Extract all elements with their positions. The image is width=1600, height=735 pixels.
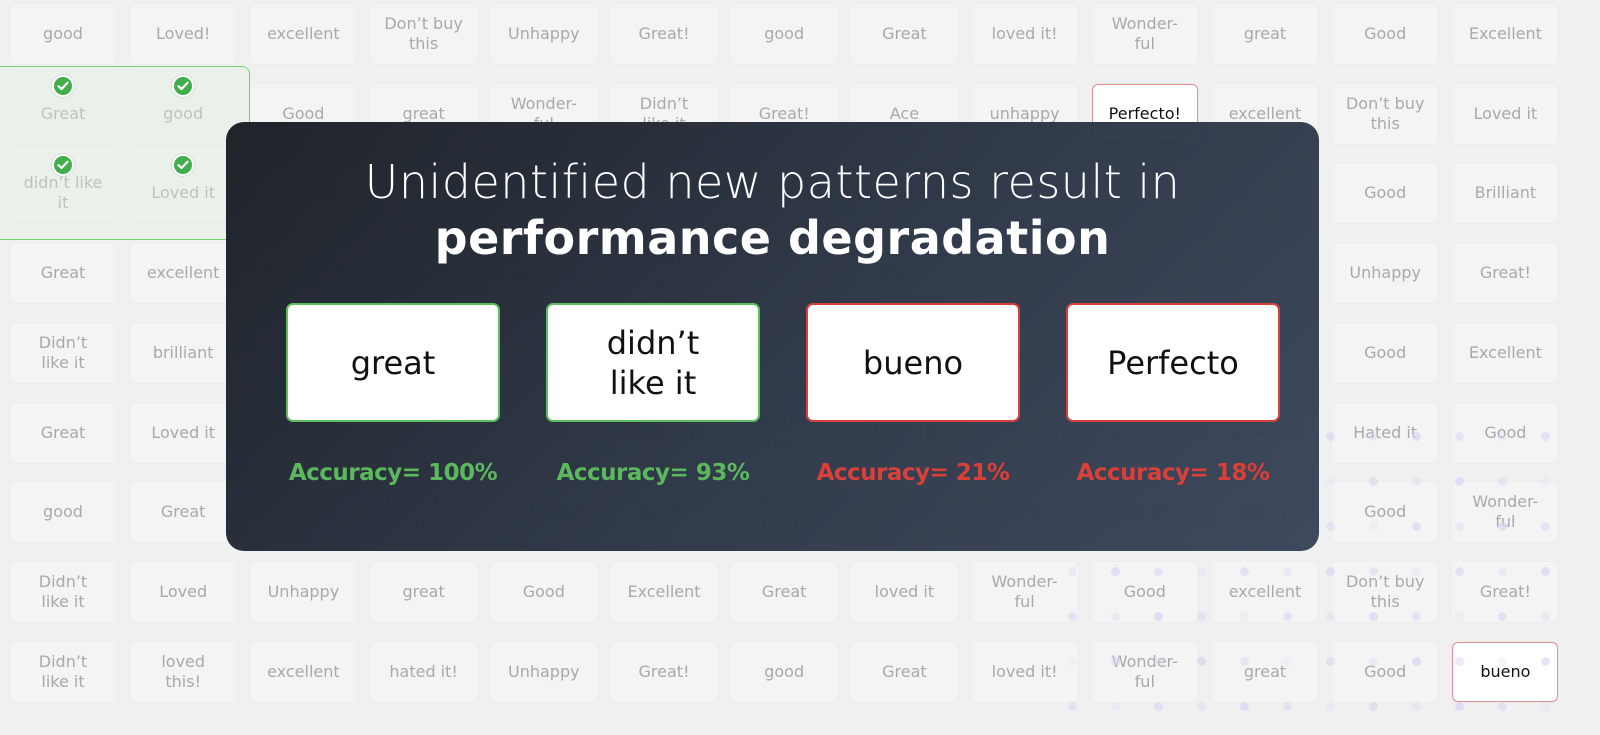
grid-cell: Don’t buy this	[1332, 561, 1439, 622]
grid-cell-flagged: bueno	[1452, 641, 1559, 702]
grid-cell-text: Don’t buy this	[384, 14, 463, 53]
grid-cell: Don’t buy this	[1332, 83, 1439, 144]
grid-cell: Great!	[1452, 561, 1559, 622]
accuracy-label-perfecto: Accuracy= 18%	[1076, 460, 1270, 486]
grid-cell: Great!	[1452, 243, 1559, 304]
grid-cell: Great	[10, 243, 116, 304]
grid-cell: good	[731, 641, 838, 702]
grid-cell: Excellent	[1452, 322, 1559, 383]
title-line-1: Unidentified new patterns result in	[364, 155, 1181, 209]
card-label: bueno	[862, 343, 964, 382]
grid-cell: Great!	[611, 641, 717, 702]
check-icon	[52, 74, 74, 97]
grid-cell: loved this!	[130, 641, 237, 702]
grid-cell-text: Didn’t like it	[38, 651, 88, 691]
grid-cell: excellent	[250, 4, 357, 64]
grid-cell: Didn’t like it	[10, 561, 116, 622]
grid-cell: good	[10, 482, 116, 543]
grid-cell: Good	[1332, 641, 1439, 702]
grid-cell: Unhappy	[490, 4, 597, 64]
grid-cell: Great	[851, 641, 958, 702]
grid-cell: loved it!	[971, 4, 1078, 64]
grid-cell: Good	[1332, 163, 1439, 224]
grid-cell: Great	[851, 4, 958, 64]
grid-cell: Good	[1091, 561, 1198, 622]
grid-cell: great	[1212, 641, 1318, 702]
grid-cell: Didn’t like it	[10, 641, 116, 702]
grid-cell: Loved it	[130, 402, 237, 463]
card-label: great	[350, 343, 436, 382]
grid-cell: Didn’t like it	[10, 322, 116, 383]
grid-cell: Great	[731, 561, 838, 622]
example-cards: great didn’t like it bueno Perfecto	[286, 303, 1282, 423]
grid-cell: excellent	[130, 243, 237, 304]
title-line-2: performance degradation	[434, 211, 1111, 265]
grid-cell: Wonder- ful	[971, 561, 1078, 622]
example-card-great: great	[286, 303, 500, 422]
grid-cell: Excellent	[611, 561, 717, 622]
grid-cell-text: loved this!	[161, 651, 206, 691]
grid-cell: Loved!	[130, 4, 237, 64]
grid-cell: Great!	[611, 4, 717, 64]
grid-cell: Loved it	[1452, 83, 1559, 144]
grid-cell: Unhappy	[1332, 243, 1439, 304]
grid-cell: Great	[10, 402, 116, 463]
grid-cell: hated it!	[370, 641, 477, 702]
card-label: didn’t like it	[606, 323, 700, 402]
grid-cell-text: Didn’t like it	[38, 332, 88, 372]
grid-cell: Wonder- ful	[1452, 482, 1559, 543]
selection-group	[0, 66, 250, 240]
grid-cell-text: Didn’t like it	[38, 571, 88, 611]
grid-cell: Good	[1452, 402, 1559, 463]
grid-cell: Good	[1332, 482, 1439, 543]
grid-cell: Loved	[130, 561, 237, 622]
grid-cell: loved it!	[971, 641, 1078, 702]
grid-cell: Wonder- ful	[1091, 641, 1198, 702]
grid-cell: Good	[1332, 322, 1439, 383]
accuracy-label-great: Accuracy= 100%	[288, 460, 498, 486]
example-card-perfecto: Perfecto	[1066, 303, 1280, 422]
grid-cell: Unhappy	[250, 561, 357, 622]
accuracy-label-bueno: Accuracy= 21%	[816, 460, 1010, 486]
grid-cell: Don’t buy this	[370, 4, 477, 64]
grid-cell: Great	[130, 482, 237, 543]
check-icon	[172, 74, 195, 97]
grid-cell: Hated it	[1332, 402, 1439, 463]
grid-cell-text: Don’t buy this	[1345, 571, 1425, 611]
grid-cell-text: Don’t buy this	[1345, 93, 1425, 133]
grid-cell: Good	[1332, 4, 1439, 64]
grid-cell: great	[1212, 4, 1318, 64]
example-card-bueno: bueno	[806, 303, 1020, 422]
callout-title: Unidentified new patterns result in perf…	[226, 154, 1319, 266]
grid-cell: excellent	[1212, 561, 1318, 622]
grid-cell: Unhappy	[490, 641, 597, 702]
grid-cell: good	[10, 4, 116, 64]
grid-cell: great	[370, 561, 477, 622]
grid-cell: excellent	[250, 641, 357, 702]
grid-cell: loved it	[851, 561, 958, 622]
example-card-didnt-like-it: didn’t like it	[546, 303, 760, 422]
grid-cell: Brilliant	[1452, 163, 1559, 224]
card-label: Perfecto	[1107, 343, 1239, 382]
grid-cell: Excellent	[1452, 4, 1559, 64]
grid-cell: Good	[490, 561, 597, 622]
grid-cell: good	[731, 4, 838, 64]
grid-cell: brilliant	[130, 322, 237, 383]
grid-cell: Wonder- ful	[1091, 4, 1198, 64]
callout-panel: Unidentified new patterns result in perf…	[226, 122, 1319, 551]
accuracy-label-didnt-like-it: Accuracy= 93%	[556, 460, 750, 486]
